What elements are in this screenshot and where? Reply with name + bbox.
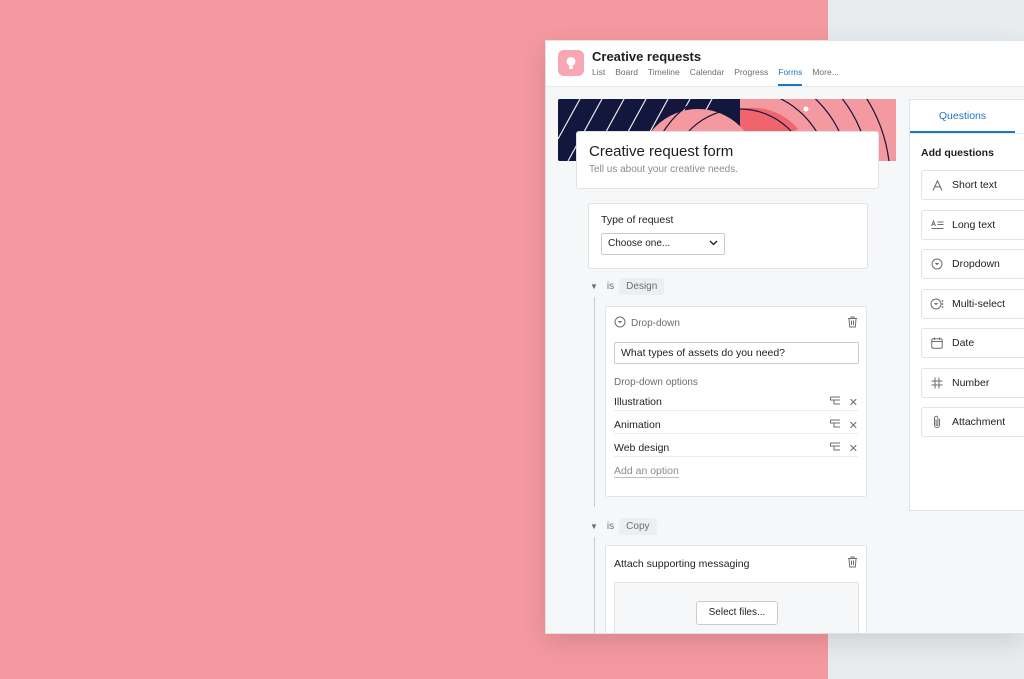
file-drop-zone[interactable]: Select files... <box>614 582 859 633</box>
question-text-input[interactable]: What types of assets do you need? <box>614 342 859 364</box>
paperclip-icon <box>922 415 952 429</box>
question-label: Type of request <box>601 214 674 226</box>
project-title: Creative requests <box>592 49 702 64</box>
branch-line <box>594 537 595 633</box>
dropdown-icon <box>614 316 626 331</box>
question-type-label: Attachment <box>952 416 1006 428</box>
select-value: Choose one... <box>608 238 671 249</box>
branch-condition-copy[interactable]: ▼ is Copy <box>590 518 657 535</box>
option-row[interactable]: Web design ✕ <box>614 440 858 457</box>
calendar-icon <box>922 337 952 349</box>
add-short-text-button[interactable]: Short text <box>921 170 1024 200</box>
condition-value-chip[interactable]: Design <box>619 278 665 295</box>
tab-questions[interactable]: Questions <box>910 100 1015 133</box>
questions-sidebar: Questions Add questions Short text Long … <box>909 99 1024 511</box>
chevron-down-icon <box>709 234 718 254</box>
add-option-link[interactable]: Add an option <box>614 465 679 478</box>
trash-icon[interactable] <box>847 556 858 571</box>
form-header-card: Creative request form Tell us about your… <box>576 131 879 189</box>
branch-condition-design[interactable]: ▼ is Design <box>590 278 665 295</box>
add-date-button[interactable]: Date <box>921 328 1024 358</box>
sidebar-tabs: Questions <box>910 100 1024 134</box>
condition-is-label: is <box>606 281 615 292</box>
question-type-label: Date <box>952 337 975 349</box>
trash-icon[interactable] <box>847 316 858 331</box>
close-icon[interactable]: ✕ <box>849 442 858 455</box>
add-number-button[interactable]: Number <box>921 368 1024 398</box>
add-multi-select-button[interactable]: Multi-select <box>921 289 1024 319</box>
tab-timeline[interactable]: Timeline <box>648 67 680 86</box>
question-type-label: Long text <box>952 219 996 231</box>
option-label[interactable]: Animation <box>614 419 661 431</box>
dropdown-icon <box>922 258 952 270</box>
question-type-label: Dropdown <box>952 258 1000 270</box>
condition-value-chip[interactable]: Copy <box>619 518 657 535</box>
option-row[interactable]: Animation ✕ <box>614 417 858 434</box>
multi-select-icon <box>922 298 952 310</box>
option-label[interactable]: Web design <box>614 442 669 454</box>
tab-board[interactable]: Board <box>615 67 638 86</box>
option-label[interactable]: Illustration <box>614 396 662 408</box>
option-row[interactable]: Illustration ✕ <box>614 394 858 411</box>
question-type-label: Drop-down <box>631 318 680 329</box>
type-of-request-card[interactable]: Type of request Choose one... <box>588 203 868 269</box>
question-title[interactable]: Attach supporting messaging <box>614 558 749 570</box>
close-icon[interactable]: ✕ <box>849 419 858 432</box>
lightbulb-icon <box>558 50 584 76</box>
add-questions-title: Add questions <box>921 147 994 159</box>
form-title[interactable]: Creative request form <box>589 143 866 160</box>
caret-down-icon[interactable]: ▼ <box>590 522 598 531</box>
options-label: Drop-down options <box>614 377 698 388</box>
question-type-label: Number <box>952 377 990 389</box>
attachment-question-card[interactable]: Attach supporting messaging Select files… <box>605 545 867 633</box>
project-header: Creative requests List Board Timeline Ca… <box>546 41 1024 87</box>
tab-list[interactable]: List <box>592 67 605 86</box>
app-window: Creative requests List Board Timeline Ca… <box>545 40 1024 634</box>
branch-icon[interactable] <box>829 442 841 454</box>
add-dropdown-button[interactable]: Dropdown <box>921 249 1024 279</box>
select-files-button[interactable]: Select files... <box>696 601 778 625</box>
form-description[interactable]: Tell us about your creative needs. <box>589 164 866 175</box>
tab-calendar[interactable]: Calendar <box>690 67 725 86</box>
add-long-text-button[interactable]: Long text <box>921 210 1024 240</box>
hash-icon <box>922 377 952 389</box>
add-attachment-button[interactable]: Attachment <box>921 407 1024 437</box>
condition-is-label: is <box>606 521 615 532</box>
branch-icon[interactable] <box>829 396 841 408</box>
question-type-label: Multi-select <box>952 298 1006 310</box>
tab-more[interactable]: More... <box>812 67 838 86</box>
letter-a-icon <box>922 179 952 191</box>
request-type-select[interactable]: Choose one... <box>601 233 725 255</box>
caret-down-icon[interactable]: ▼ <box>590 282 598 291</box>
project-tabs: List Board Timeline Calendar Progress Fo… <box>592 67 849 86</box>
question-type-label: Short text <box>952 179 997 191</box>
close-icon[interactable]: ✕ <box>849 396 858 409</box>
long-text-icon <box>922 220 952 230</box>
dropdown-question-card[interactable]: Drop-down What types of assets do you ne… <box>605 306 867 497</box>
tab-progress[interactable]: Progress <box>734 67 768 86</box>
branch-icon[interactable] <box>829 419 841 431</box>
tab-forms[interactable]: Forms <box>778 67 803 86</box>
branch-line <box>594 297 595 507</box>
